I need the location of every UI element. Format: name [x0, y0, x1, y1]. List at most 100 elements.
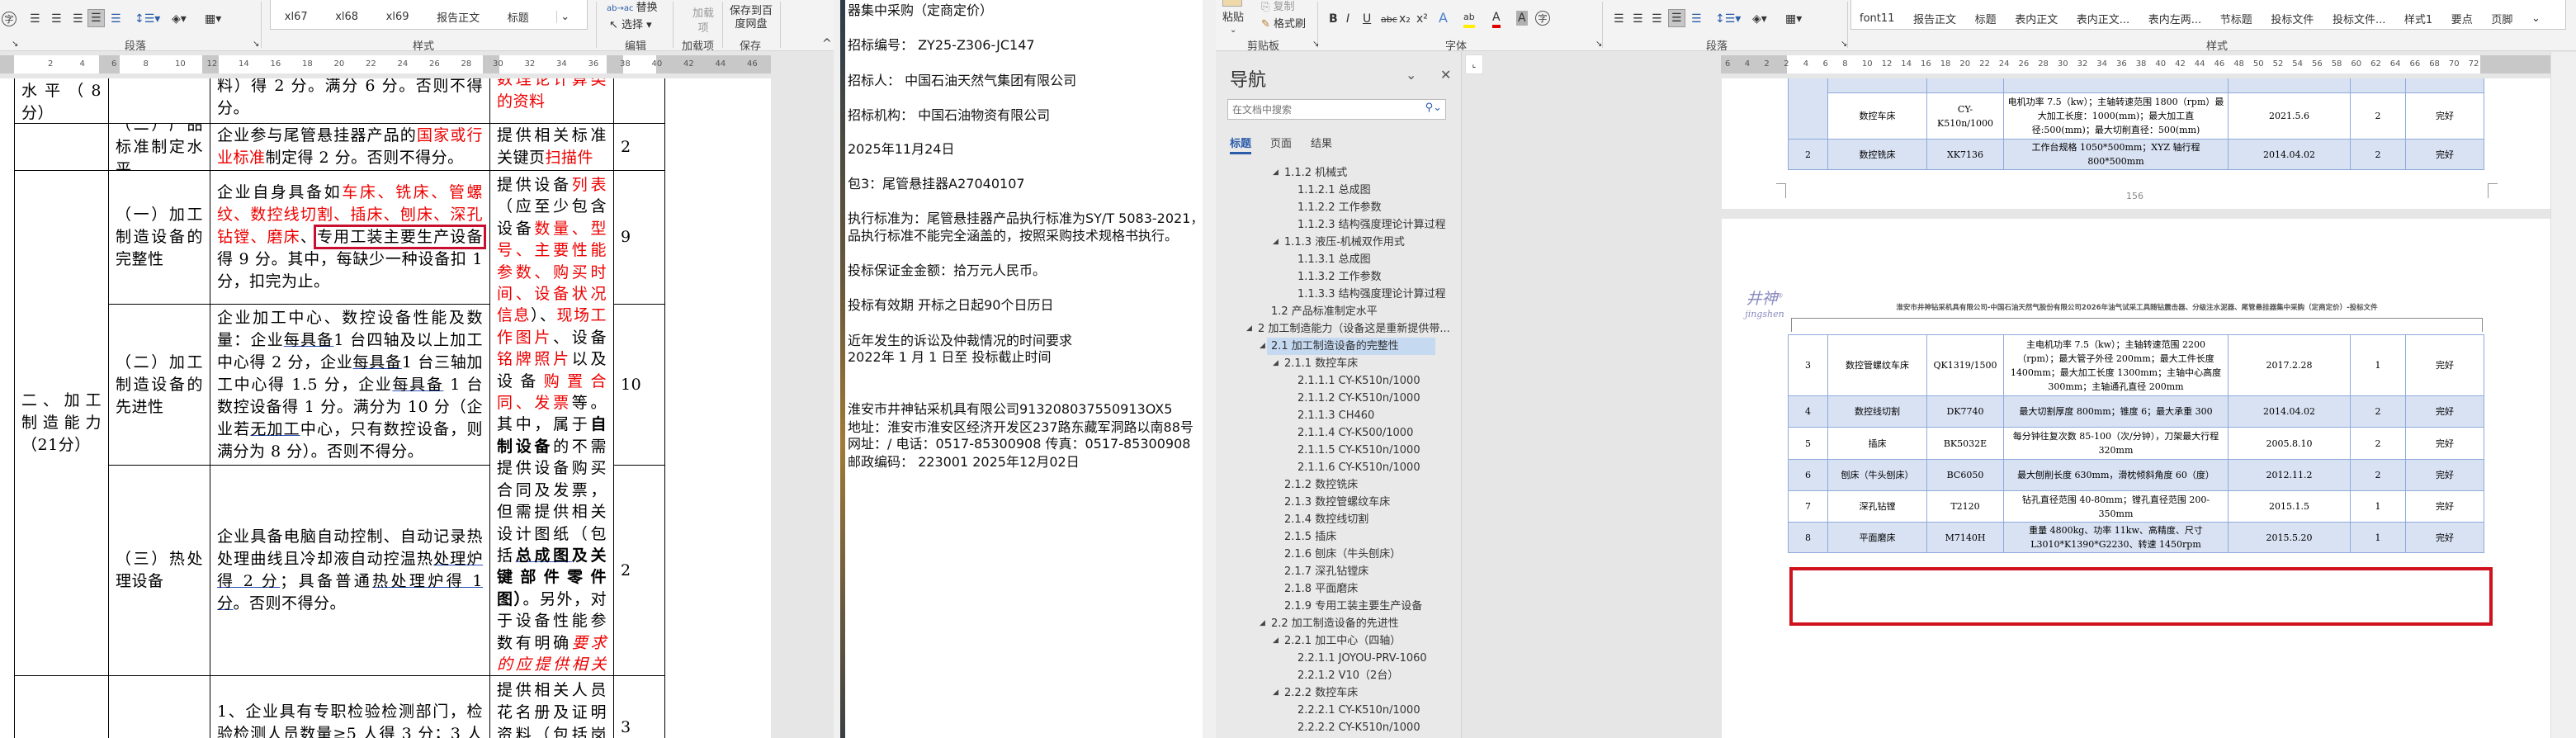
shading-icon[interactable]: ◈▾ [1752, 12, 1767, 26]
addins-button[interactable]: 加载项 [692, 7, 715, 36]
nav-heading-item[interactable]: ◢ 2 加工制造能力（设备这是重新提供带... [1246, 320, 1450, 338]
style-item[interactable]: 表内左两... [2148, 11, 2201, 26]
gallery-more-icon[interactable]: ⌄ [2531, 12, 2541, 25]
justify-icon[interactable]: ☰ [1668, 9, 1685, 27]
align-right-icon[interactable]: ☰ [1652, 12, 1662, 26]
borders-icon[interactable]: ▦▾ [1785, 12, 1802, 26]
nav-heading-item[interactable]: 2.1.1.6 CY-K510n/1000 [1297, 459, 1420, 476]
borders-icon[interactable]: ▦▾ [205, 12, 221, 26]
style-item[interactable]: 报告正文 [437, 9, 480, 25]
nav-heading-item[interactable]: 2.1.9 专用工装主要生产设备 [1284, 598, 1422, 615]
enclosed-char-icon[interactable]: 字 [2, 12, 17, 26]
tab-results[interactable]: 结果 [1311, 135, 1332, 150]
vertical-scrollbar[interactable] [2550, 52, 2576, 738]
italic-button[interactable]: I [1346, 12, 1349, 26]
style-item[interactable]: font11 [1860, 12, 1894, 25]
font-color-button[interactable]: A [1492, 10, 1501, 28]
nav-heading-item[interactable]: ◢ 2.1.1 数控车床 [1273, 355, 1358, 372]
select-button[interactable]: ↖ 选择 ▾ [609, 18, 652, 33]
paste-dropdown-icon[interactable]: ⌄ [1230, 23, 1236, 38]
dialog-launcher-icon[interactable]: ↘ [1595, 37, 1602, 50]
dialog-launcher-icon[interactable]: ↘ [253, 37, 259, 50]
nav-heading-item[interactable]: ◢ 1.1.3 液压-机械双作用式 [1273, 234, 1405, 251]
expand-triangle-icon[interactable]: ◢ [1273, 684, 1279, 702]
nav-heading-item[interactable]: ◢ 1.1.2 机械式 [1273, 164, 1347, 182]
style-item[interactable]: 标题 [1975, 11, 1997, 26]
shading-icon[interactable]: ◈▾ [172, 12, 187, 26]
nav-heading-item[interactable]: 2.1.7 深孔钻镗床 [1284, 563, 1368, 580]
nav-heading-item[interactable]: 1.1.2.2 工作参数 [1297, 199, 1382, 216]
dialog-launcher-icon[interactable]: ↘ [12, 37, 18, 50]
tab-selector-button[interactable]: ⌞ [1465, 54, 1483, 74]
nav-heading-item[interactable]: ◢ 2.1 加工制造设备的完整性 [1260, 338, 1435, 355]
expand-triangle-icon[interactable]: ◢ [1273, 234, 1279, 251]
align-center-icon[interactable]: ☰ [51, 12, 62, 26]
style-item[interactable]: 表内正文 [2015, 11, 2058, 26]
nav-heading-item[interactable]: 1.1.2.3 结构强度理论计算过程 [1297, 216, 1446, 234]
nav-heading-item[interactable]: 2.1.8 平面磨床 [1284, 580, 1358, 598]
nav-heading-item[interactable]: ◢ 2.2.1 加工中心（四轴） [1273, 632, 1401, 650]
subscript-button[interactable]: x₂ [1399, 12, 1411, 26]
nav-heading-item[interactable]: 2.1.1.1 CY-K510n/1000 [1297, 372, 1420, 390]
align-right-icon[interactable]: ☰ [73, 12, 83, 26]
left-horizontal-ruler[interactable]: 2 4 6 8 10 12 14 16 18 20 22 24 26 28 30 32 34 36 38 40 42 44… [0, 55, 771, 73]
search-icon[interactable]: ⚲⌄ [1425, 102, 1442, 114]
nav-heading-item[interactable]: 2.2.1.2 V10（2台） [1297, 667, 1398, 684]
text-effects-button[interactable]: A [1439, 11, 1448, 26]
line-spacing-icon[interactable]: ↕☰▾ [1715, 12, 1741, 26]
nav-heading-item[interactable]: 2.1.1.2 CY-K510n/1000 [1297, 390, 1420, 407]
nav-heading-item[interactable]: 1.1.2.1 总成图 [1297, 182, 1371, 199]
style-item[interactable]: 节标题 [2220, 11, 2252, 26]
style-item[interactable]: xl68 [335, 11, 358, 23]
style-item[interactable]: 表内正文... [2077, 11, 2129, 26]
style-item[interactable]: 页脚 [2491, 11, 2512, 26]
nav-heading-item[interactable]: 2.1.1.5 CY-K510n/1000 [1297, 442, 1420, 459]
nav-close-icon[interactable]: ✕ [1440, 67, 1451, 83]
nav-heading-item[interactable]: 2.1.3 数控管螺纹车床 [1284, 494, 1390, 511]
expand-triangle-icon[interactable]: ◢ [1260, 615, 1265, 632]
align-left-icon[interactable]: ☰ [30, 12, 40, 26]
nav-heading-item[interactable]: 2.1.5 插床 [1284, 528, 1336, 546]
nav-heading-item[interactable]: 1.2 产品标准制定水平 [1271, 303, 1378, 320]
underline-button[interactable]: U [1363, 12, 1371, 26]
nav-heading-item[interactable]: 2.1.1.4 CY-K500/1000 [1297, 424, 1413, 442]
expand-triangle-icon[interactable]: ◢ [1273, 164, 1279, 182]
nav-heading-item[interactable]: 2.2.2.1 CY-K510n/1000 [1297, 702, 1420, 719]
right-horizontal-ruler[interactable]: 6 4 2 2 4 6 8 10 12 14 16 18 20 22 24 26 28 30 32 34 36 38 40 4… [1721, 55, 2550, 73]
bold-button[interactable]: B [1329, 12, 1338, 26]
distributed-icon[interactable]: ☰ [1691, 12, 1702, 26]
copy-button[interactable]: ⎘ 复制 [1261, 0, 1295, 15]
style-item[interactable]: 投标文件 [2271, 11, 2314, 26]
nav-heading-item[interactable]: 1.1.3.1 总成图 [1297, 251, 1371, 268]
superscript-button[interactable]: x² [1416, 12, 1428, 26]
expand-triangle-icon[interactable]: ◢ [1260, 338, 1265, 355]
nav-heading-item[interactable]: 2.2.2.2 CY-K510n/1000 [1297, 719, 1420, 736]
style-item[interactable]: 报告正文 [1913, 11, 1956, 26]
char-shading-button[interactable]: A [1516, 11, 1528, 26]
paste-icon[interactable] [1222, 0, 1242, 7]
align-left-icon[interactable]: ☰ [1614, 12, 1624, 26]
nav-heading-item[interactable]: 2.1.4 数控线切割 [1284, 511, 1368, 528]
expand-triangle-icon[interactable]: ◢ [1273, 355, 1279, 372]
nav-options-chevron-icon[interactable]: ⌄ [1406, 67, 1416, 83]
replace-button[interactable]: ab→ac 替换 [607, 1, 658, 17]
nav-heading-item[interactable]: ◢ 2.2.2 数控车床 [1273, 684, 1358, 702]
nav-heading-item[interactable]: 2.1.2 数控铣床 [1284, 476, 1358, 494]
style-item[interactable]: xl69 [386, 11, 409, 23]
collapse-ribbon-icon[interactable]: ^ [822, 36, 832, 50]
style-item[interactable]: 标题 [508, 9, 529, 25]
nav-heading-item[interactable]: 2.1.1.3 CH460 [1297, 407, 1374, 424]
expand-triangle-icon[interactable]: ◢ [1273, 632, 1279, 650]
strikethrough-button[interactable]: abc [1381, 12, 1397, 27]
nav-search-input[interactable] [1228, 100, 1410, 119]
nav-search-box[interactable]: ⚲⌄ [1227, 99, 1446, 120]
style-item[interactable]: 要点 [2451, 11, 2473, 26]
style-item[interactable]: xl67 [285, 11, 308, 23]
nav-heading-item[interactable]: 1.1.3.3 结构强度理论计算过程 [1297, 286, 1446, 303]
nav-heading-item[interactable]: 2.2.1.1 JOYOU-PRV-1060 [1297, 650, 1427, 667]
style-item[interactable]: 投标文件... [2333, 11, 2385, 26]
text-content[interactable]: 器集中采购（定商定价） 招标编号： ZY25-Z306-JC147 招标人： 中国石… [845, 0, 1203, 738]
expand-triangle-icon[interactable]: ◢ [1246, 320, 1252, 338]
save-to-baidu-button[interactable]: 保存到百度网盘 [730, 5, 773, 31]
nav-heading-item[interactable]: ◢ 2.2 加工制造设备的先进性 [1260, 615, 1399, 632]
